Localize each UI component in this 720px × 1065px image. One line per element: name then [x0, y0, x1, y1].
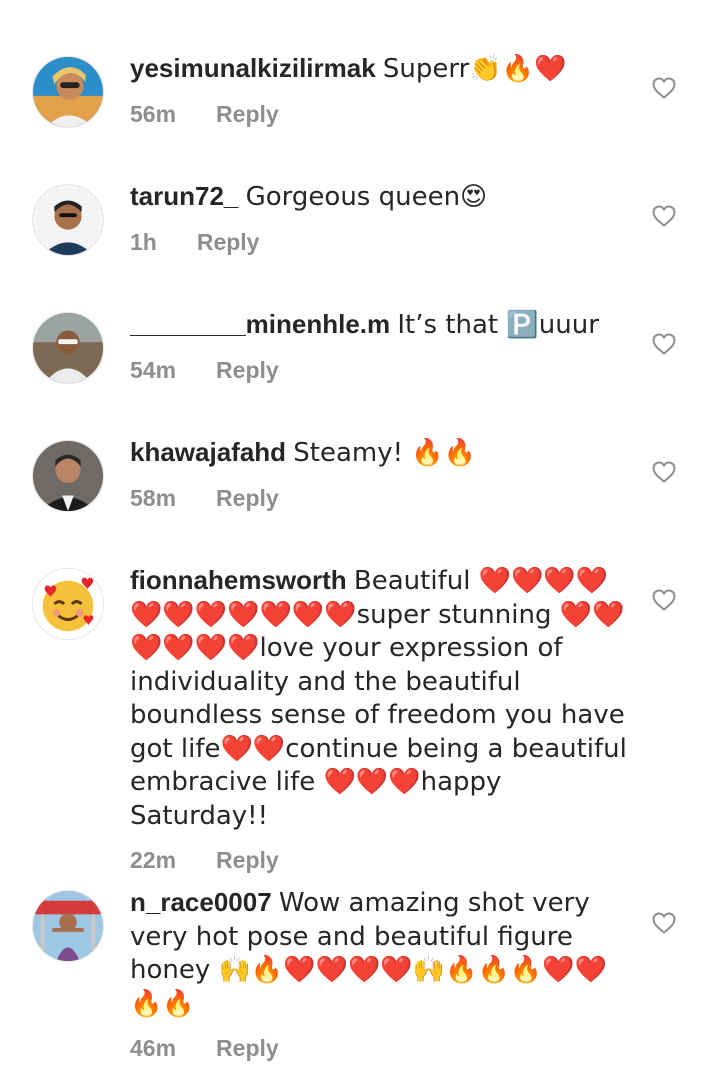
- avatar-image: [33, 185, 103, 255]
- avatar[interactable]: [32, 568, 104, 640]
- comment-timestamp: 1h: [130, 228, 157, 255]
- comment-text: fionnahemsworth Beautiful ❤️❤️❤️❤️❤️❤️❤️…: [130, 564, 635, 832]
- like-heart-icon[interactable]: [652, 205, 676, 227]
- comment-timestamp: 54m: [130, 356, 177, 383]
- comment-username[interactable]: ________minenhle.m: [130, 309, 390, 339]
- comment-content: Beautiful ❤️❤️❤️❤️❤️❤️❤️❤️❤️❤️❤️super st…: [130, 566, 627, 831]
- reply-button[interactable]: Reply: [216, 482, 279, 515]
- comment-text: ________minenhle.m It’s that 🅿️uuur: [130, 308, 635, 342]
- comment-username[interactable]: tarun72_: [130, 181, 238, 211]
- comment-content: Gorgeous queen😍: [245, 182, 488, 212]
- reply-button[interactable]: Reply: [216, 844, 279, 877]
- avatar[interactable]: [32, 440, 104, 512]
- comment-content: Steamy! 🔥🔥: [293, 438, 477, 468]
- avatar[interactable]: [32, 890, 104, 962]
- comment-timestamp: 22m: [130, 847, 177, 873]
- avatar[interactable]: [32, 184, 104, 256]
- comment-username[interactable]: yesimunalkizilirmak: [130, 53, 376, 83]
- comment-text: yesimunalkizilirmak Superr👏🔥❤️: [130, 52, 635, 86]
- avatar[interactable]: [32, 312, 104, 384]
- comment-timestamp: 58m: [130, 484, 177, 511]
- like-heart-icon[interactable]: [652, 461, 676, 483]
- comment-username[interactable]: khawajafahd: [130, 437, 286, 467]
- comment-username[interactable]: n_race0007: [130, 887, 272, 917]
- smiling-face-with-hearts-emoji: [33, 569, 103, 639]
- avatar-image: [33, 441, 103, 511]
- avatar-image: [33, 57, 103, 127]
- avatar-image: [33, 891, 103, 961]
- avatar[interactable]: [32, 56, 104, 128]
- comment-timestamp: 56m: [130, 100, 177, 127]
- comment-text: n_race0007 Wow amazing shot very very ho…: [130, 886, 635, 1020]
- comment-text: khawajafahd Steamy! 🔥🔥: [130, 436, 635, 470]
- comment-content: It’s that 🅿️uuur: [397, 310, 599, 340]
- comment-timestamp: 46m: [130, 1035, 177, 1061]
- reply-button[interactable]: Reply: [197, 226, 260, 259]
- avatar-image: [33, 313, 103, 383]
- like-heart-icon[interactable]: [652, 589, 676, 611]
- like-heart-icon[interactable]: [652, 77, 676, 99]
- reply-button[interactable]: Reply: [216, 98, 279, 131]
- comment-text: tarun72_ Gorgeous queen😍: [130, 180, 635, 214]
- reply-button[interactable]: Reply: [216, 354, 279, 387]
- comment-username[interactable]: fionnahemsworth: [130, 565, 347, 595]
- like-heart-icon[interactable]: [652, 333, 676, 355]
- reply-button[interactable]: Reply: [216, 1032, 279, 1065]
- comment-content: Superr👏🔥❤️: [382, 54, 567, 84]
- like-heart-icon[interactable]: [652, 912, 676, 934]
